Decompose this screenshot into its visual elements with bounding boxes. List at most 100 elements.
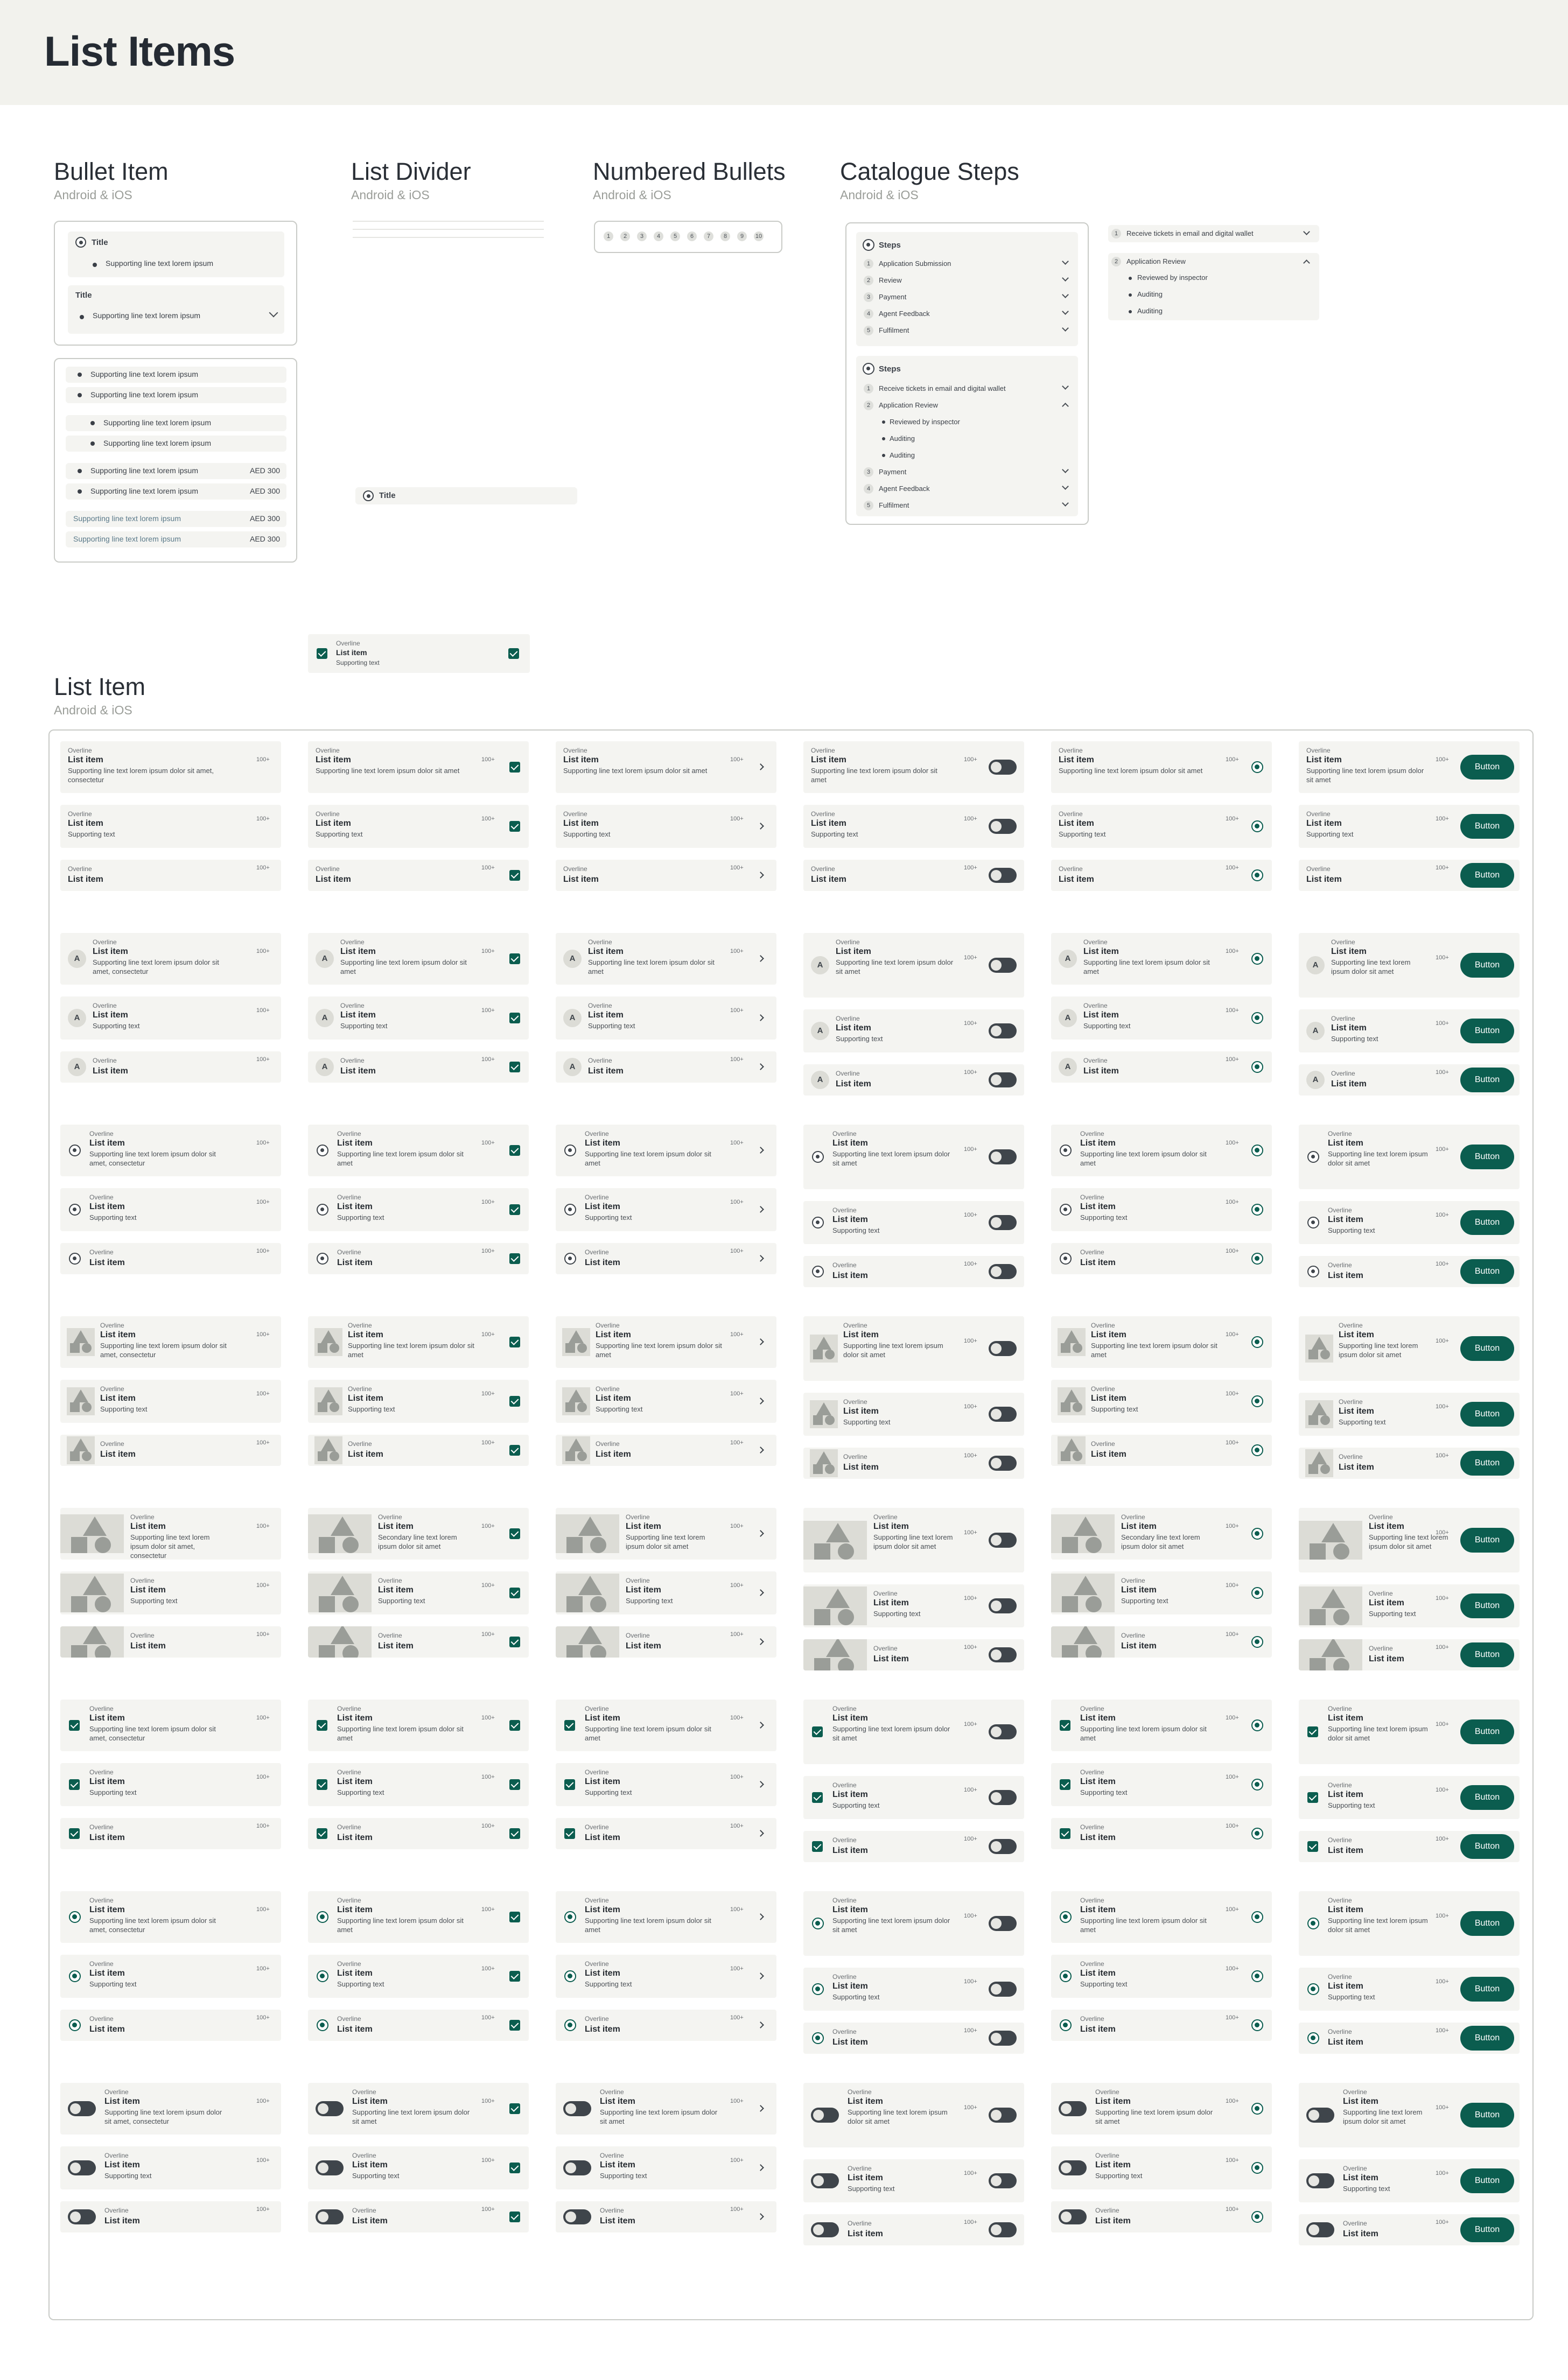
list-item[interactable]: Button 100+ Overline List item Supporting te…	[1299, 1776, 1520, 1819]
list-item[interactable]: 100+ Overline List item	[308, 2201, 529, 2232]
list-item[interactable]: 100+ Overline List item Supporting text	[60, 1763, 281, 1806]
toggle-switch[interactable]	[811, 2108, 839, 2123]
list-item[interactable]: A 100+ Overline List item	[556, 1051, 776, 1083]
list-item[interactable]: 100+ Overline List item Supporting line tex…	[556, 1125, 776, 1176]
list-item[interactable]: 100+ Overline List item	[1051, 860, 1272, 891]
list-item[interactable]: 100+ Overline List item Supporting line tex…	[803, 741, 1024, 793]
list-item[interactable]: 100+ Overline List item Supporting text	[556, 1955, 776, 1998]
list-item[interactable]: 100+ Overline List item Supporting line tex…	[803, 1891, 1024, 1956]
toggle-switch[interactable]	[989, 2173, 1017, 2188]
chevron-right-icon[interactable]	[757, 1147, 764, 1154]
bullet-row-price-plain[interactable]: Supporting line text lorem ipsum AED 300	[66, 511, 286, 527]
list-item[interactable]: 100+ Overline List item Supporting text	[556, 1188, 776, 1231]
checkbox[interactable]	[509, 2211, 520, 2222]
radio-button[interactable]	[1251, 1636, 1263, 1648]
radio-button[interactable]	[1251, 761, 1263, 773]
chevron-right-icon[interactable]	[757, 1972, 764, 1979]
checkbox[interactable]	[509, 762, 520, 773]
list-item[interactable]: 100+ Overline List item Supporting line tex…	[1051, 2083, 1272, 2135]
list-item-button[interactable]: Button	[1460, 2217, 1514, 2242]
chevron-right-icon[interactable]	[757, 1398, 764, 1405]
list-item[interactable]: A 100+ Overline List item Supporting text	[60, 996, 281, 1040]
toggle-switch[interactable]	[989, 1839, 1017, 1854]
checkbox[interactable]	[812, 1841, 823, 1852]
list-item[interactable]: A 100+ Overline List item Supporting line te…	[60, 933, 281, 985]
toggle-switch[interactable]	[989, 1407, 1017, 1422]
list-item[interactable]: A 100+ Overline List item Supporting line te…	[556, 933, 776, 985]
list-item[interactable]: 100+ Overline List item Supporting text	[308, 1188, 529, 1231]
chevron-down-icon[interactable]	[1062, 500, 1069, 507]
list-item[interactable]: 100+ Overline List item Supporting line tex…	[60, 1891, 281, 1943]
list-item[interactable]: 100+ Overline List item	[60, 2201, 281, 2232]
list-item[interactable]: 100+ Overline List item Supporting line tex…	[60, 1125, 281, 1176]
list-item[interactable]: 100+ Overline List item Supporting text	[60, 805, 281, 848]
list-item[interactable]: 100+ Overline List item	[556, 2010, 776, 2041]
list-item[interactable]: 100+ Overline List item Supporting line tex…	[308, 1125, 529, 1176]
checkbox[interactable]	[1307, 1841, 1318, 1852]
chevron-down-icon[interactable]	[269, 308, 278, 318]
list-item-button[interactable]: Button	[1460, 1593, 1514, 1618]
list-item-button[interactable]: Button	[1460, 814, 1514, 839]
checkbox[interactable]	[509, 1720, 520, 1731]
chevron-down-icon[interactable]	[1062, 483, 1069, 490]
checkbox[interactable]	[509, 1528, 520, 1539]
radio-button[interactable]	[1060, 2019, 1072, 2031]
radio-button[interactable]	[1251, 1587, 1263, 1599]
list-item[interactable]: 100+ Overline List item Supporting line tex…	[60, 741, 281, 793]
list-item[interactable]: A 100+ Overline List item Supporting text	[803, 1009, 1024, 1052]
bullet-row-nested[interactable]: Supporting line text lorem ipsum	[66, 436, 286, 452]
list-item[interactable]: 100+ Overline List item Supporting text	[556, 1571, 776, 1614]
toggle-switch[interactable]	[316, 2209, 344, 2224]
toggle-switch[interactable]	[316, 2160, 344, 2175]
list-item[interactable]: 100+ Overline List item	[308, 1435, 529, 1466]
list-item[interactable]: 100+ Overline List item Supporting text	[60, 2146, 281, 2189]
side-step-row[interactable]: 1 Receive tickets in email and digital wa…	[1108, 225, 1319, 242]
list-item[interactable]: 100+ Overline List item Supporting line tex…	[803, 1700, 1024, 1764]
radio-button[interactable]	[564, 1911, 576, 1923]
toggle-switch[interactable]	[811, 2222, 839, 2237]
list-item-button[interactable]: Button	[1460, 1911, 1514, 1936]
radio-button[interactable]	[1251, 1444, 1263, 1456]
list-item[interactable]: 100+ Overline List item Supporting text	[803, 1776, 1024, 1819]
list-item[interactable]: 100+ Overline List item Supporting line tex…	[308, 1891, 529, 1943]
checkbox[interactable]	[509, 953, 520, 964]
list-item[interactable]: 100+ Overline List item Supporting text	[556, 805, 776, 848]
list-item[interactable]: 100+ Overline List item	[1051, 1435, 1272, 1466]
checkbox[interactable]	[509, 2163, 520, 2173]
list-item[interactable]: 100+ Overline List item Supporting line tex…	[556, 1508, 776, 1560]
chevron-down-icon[interactable]	[1062, 325, 1069, 332]
list-item[interactable]: 100+ Overline List item Supporting text	[1051, 2146, 1272, 2189]
list-item[interactable]: 100+ Overline List item Supporting text	[556, 2146, 776, 2189]
checkbox[interactable]	[317, 1720, 327, 1731]
checkbox[interactable]	[1060, 1779, 1070, 1790]
checkbox[interactable]	[509, 870, 520, 881]
toggle-switch[interactable]	[989, 2108, 1017, 2123]
list-item[interactable]: 100+ Overline List item Supporting line tex…	[60, 1316, 281, 1368]
list-item[interactable]: 100+ Overline List item Supporting text	[1051, 805, 1272, 848]
radio-button[interactable]	[1307, 2032, 1319, 2044]
list-item[interactable]: A 100+ Overline List item Supporting line te…	[803, 933, 1024, 998]
checkbox[interactable]	[812, 1726, 823, 1737]
toggle-switch[interactable]	[989, 1341, 1017, 1356]
list-item[interactable]: 100+ Overline List item Supporting text	[1051, 1188, 1272, 1231]
list-item-button[interactable]: Button	[1460, 1642, 1514, 1667]
list-item-button[interactable]: Button	[1460, 1145, 1514, 1169]
list-item[interactable]: Button 100+ Overline List item Supporting li…	[1299, 1316, 1520, 1381]
chevron-down-icon[interactable]	[1062, 466, 1069, 473]
list-item[interactable]: A 100+ Overline List item Supporting text	[556, 996, 776, 1040]
checkbox[interactable]	[509, 1971, 520, 1982]
radio-button[interactable]	[1251, 1719, 1263, 1731]
toggle-switch[interactable]	[989, 1533, 1017, 1548]
list-item[interactable]: 100+ Overline List item Supporting line tex…	[60, 1700, 281, 1751]
list-item[interactable]: 100+ Overline List item	[1051, 1626, 1272, 1658]
toggle-switch[interactable]	[1059, 2160, 1087, 2175]
checkbox[interactable]	[812, 1792, 823, 1803]
toggle-switch[interactable]	[989, 868, 1017, 883]
list-item[interactable]: 100+ Overline List item Supporting line tex…	[556, 1891, 776, 1943]
radio-button[interactable]	[69, 1911, 81, 1923]
checkbox[interactable]	[509, 1588, 520, 1598]
list-item[interactable]: 100+ Overline List item Supporting line tex…	[60, 1508, 281, 1560]
checkbox[interactable]	[509, 1396, 520, 1407]
radio-button[interactable]	[812, 2032, 824, 2044]
toggle-switch[interactable]	[563, 2101, 591, 2116]
